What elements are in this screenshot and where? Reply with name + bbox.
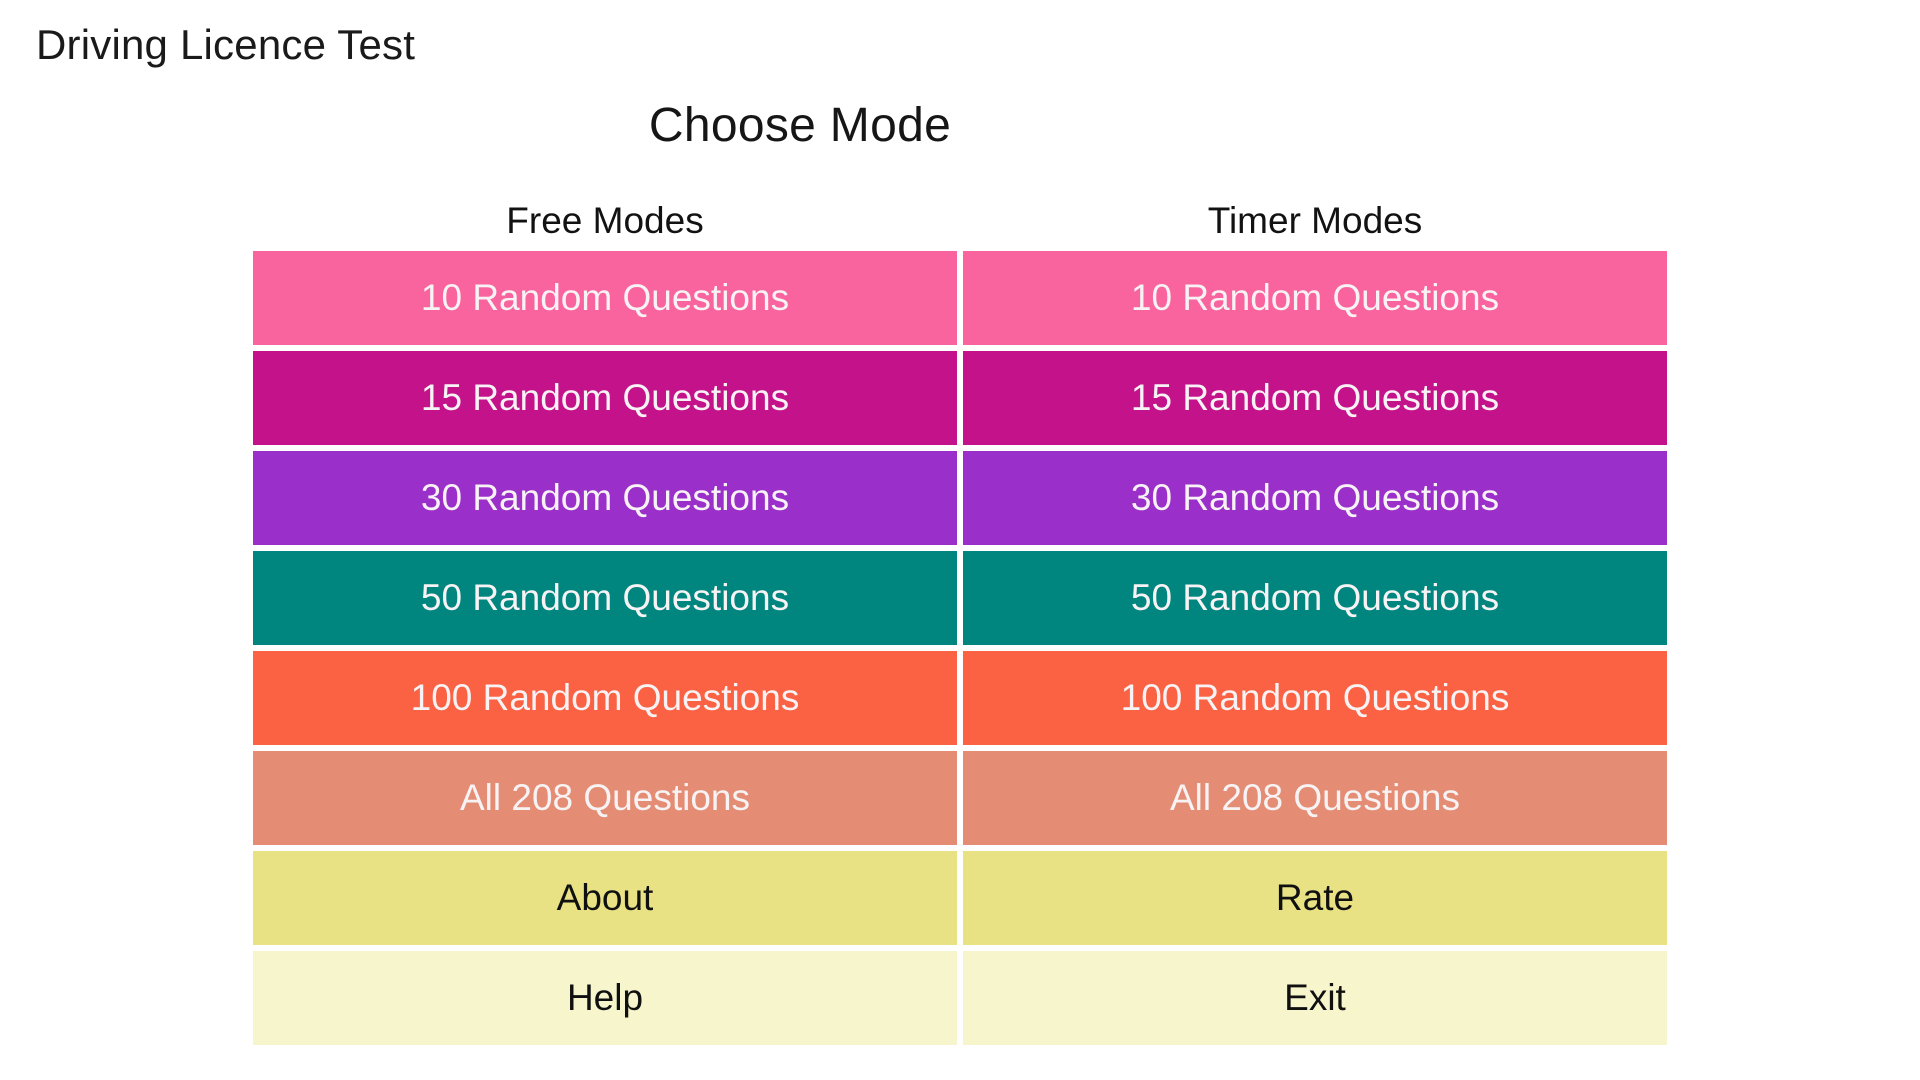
- app-root: Driving Licence Test Choose Mode Free Mo…: [0, 0, 1920, 1080]
- tile-row: 100 Random Questions 100 Random Questions: [253, 650, 1667, 745]
- tile-row: All 208 Questions All 208 Questions: [253, 750, 1667, 845]
- tile-timer-7[interactable]: Exit: [963, 950, 1667, 1045]
- tile-free-5[interactable]: All 208 Questions: [253, 750, 957, 845]
- tile-row: 10 Random Questions 10 Random Questions: [253, 250, 1667, 345]
- mode-grid: Free Modes Timer Modes 10 Random Questio…: [253, 200, 1667, 1045]
- tile-free-4[interactable]: 100 Random Questions: [253, 650, 957, 745]
- tile-free-7[interactable]: Help: [253, 950, 957, 1045]
- tile-timer-0[interactable]: 10 Random Questions: [963, 250, 1667, 345]
- column-header-free-modes: Free Modes: [506, 200, 704, 241]
- tile-free-6[interactable]: About: [253, 850, 957, 945]
- tile-timer-1[interactable]: 15 Random Questions: [963, 350, 1667, 445]
- tile-free-2[interactable]: 30 Random Questions: [253, 450, 957, 545]
- page-title: Choose Mode: [648, 99, 952, 152]
- tile-free-0[interactable]: 10 Random Questions: [253, 250, 957, 345]
- tile-timer-5[interactable]: All 208 Questions: [963, 750, 1667, 845]
- tile-timer-3[interactable]: 50 Random Questions: [963, 550, 1667, 645]
- tile-row: Help Exit: [253, 950, 1667, 1045]
- app-title: Driving Licence Test: [36, 21, 416, 68]
- tile-timer-6[interactable]: Rate: [963, 850, 1667, 945]
- tile-row: 15 Random Questions 15 Random Questions: [253, 350, 1667, 445]
- tile-timer-2[interactable]: 30 Random Questions: [963, 450, 1667, 545]
- tile-row: About Rate: [253, 850, 1667, 945]
- column-header-row: Free Modes Timer Modes: [253, 200, 1667, 243]
- tile-row: 50 Random Questions 50 Random Questions: [253, 550, 1667, 645]
- tile-timer-4[interactable]: 100 Random Questions: [963, 650, 1667, 745]
- tile-free-3[interactable]: 50 Random Questions: [253, 550, 957, 645]
- column-header-timer-modes: Timer Modes: [1207, 200, 1423, 241]
- tile-row: 30 Random Questions 30 Random Questions: [253, 450, 1667, 545]
- tile-free-1[interactable]: 15 Random Questions: [253, 350, 957, 445]
- tile-rows: 10 Random Questions 10 Random Questions 15…: [253, 250, 1667, 1045]
